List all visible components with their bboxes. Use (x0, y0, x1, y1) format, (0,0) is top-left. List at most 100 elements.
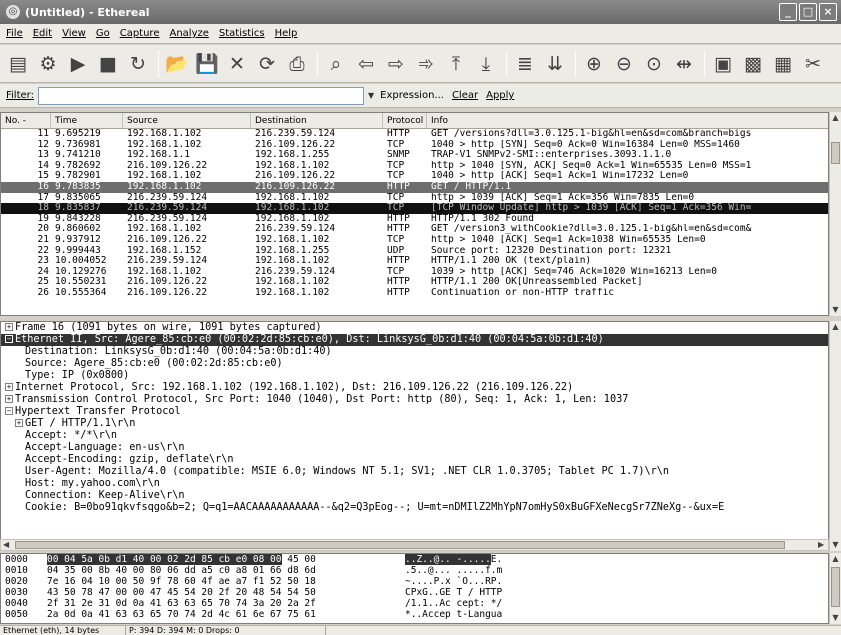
packet-list-scrollbar[interactable]: ▲ ▼ (829, 112, 841, 316)
packet-row[interactable]: 14 9.782692 216.109.126.22 192.168.1.102 TCP… (1, 161, 828, 172)
tree-item[interactable]: − Ethernet II, Src: Agere_85:cb:e0 (00:02… (1, 334, 828, 346)
filter-input[interactable] (37, 86, 364, 105)
expand-icon[interactable]: + (5, 395, 13, 403)
scroll-up-icon[interactable]: ▲ (830, 553, 841, 565)
menu-help[interactable]: Help (275, 28, 298, 39)
hex-bytes[interactable]: 7e 16 04 10 00 50 9f 78 60 4f ae a7 f1 5… (39, 576, 397, 587)
tree-item[interactable]: User-Agent: Mozilla/4.0 (compatible: MSI… (1, 466, 828, 478)
list-interfaces-icon[interactable]: ▤ (6, 52, 30, 76)
menu-view[interactable]: View (62, 28, 86, 39)
tree-item[interactable]: Cookie: B=0bo91qkvfsqgo&b=2; Q=q1=AACAAA… (1, 502, 828, 514)
menu-edit[interactable]: Edit (33, 28, 52, 39)
scroll-up-icon[interactable]: ▲ (830, 112, 841, 124)
column-header-protocol[interactable]: Protocol (383, 113, 427, 128)
tree-item[interactable]: Accept: */*\r\n (1, 430, 828, 442)
filter-dropdown-icon[interactable]: ▼ (368, 91, 374, 100)
packet-list[interactable]: No. - Time Source Destination Protocol I… (0, 112, 829, 316)
clear-button[interactable]: Clear (452, 90, 478, 101)
tree-item[interactable]: Type: IP (0x0800) (1, 370, 828, 382)
hex-bytes[interactable]: 43 50 78 47 00 00 47 45 54 20 2f 20 48 5… (39, 587, 397, 598)
coloring-rules-icon[interactable]: ▦ (771, 52, 795, 76)
scroll-left-icon[interactable]: ◀ (3, 540, 9, 550)
menu-statistics[interactable]: Statistics (219, 28, 265, 39)
zoom-out-icon[interactable]: ⊖ (612, 52, 636, 76)
close-button[interactable]: × (819, 3, 837, 21)
scroll-down-icon[interactable]: ▼ (830, 304, 841, 316)
apply-button[interactable]: Apply (486, 90, 514, 101)
expand-icon[interactable]: + (15, 419, 23, 427)
tree-item[interactable]: Destination: LinksysG_0b:d1:40 (00:04:5a… (1, 346, 828, 358)
hscroll-thumb[interactable] (15, 541, 785, 549)
start-capture-icon[interactable]: ▶ (66, 52, 90, 76)
packet-details-tree[interactable]: + Frame 16 (1091 bytes on wire, 1091 byte… (0, 321, 829, 540)
hex-bytes[interactable]: 2a 0d 0a 41 63 63 65 70 74 2d 4c 61 6e 6… (39, 609, 397, 620)
column-header-source[interactable]: Source (123, 113, 251, 128)
tree-item[interactable]: Accept-Language: en-us\r\n (1, 442, 828, 454)
menu-analyze[interactable]: Analyze (169, 28, 208, 39)
print-icon[interactable]: ⎙ (285, 52, 309, 76)
ascii-bytes[interactable]: /1.1..Ac cept: */ (397, 598, 537, 609)
packet-row[interactable]: 22 9.999443 192.168.1.152 192.168.1.255 UDP S… (1, 246, 828, 257)
restart-capture-icon[interactable]: ↻ (126, 52, 150, 76)
collapse-icon[interactable]: − (5, 407, 13, 415)
ascii-bytes[interactable]: .5..@... .....f.m (397, 565, 537, 576)
close-file-icon[interactable]: ✕ (225, 52, 249, 76)
packet-row[interactable]: 18 9.835837 216.239.59.124 192.168.1.102 TCP… (1, 203, 828, 214)
tree-item[interactable]: Accept-Encoding: gzip, deflate\r\n (1, 454, 828, 466)
packet-row[interactable]: 19 9.843228 216.239.59.124 192.168.1.102 HTT… (1, 214, 828, 225)
packet-row[interactable]: 12 9.736981 192.168.1.102 216.109.126.22 TCP… (1, 140, 828, 151)
packet-row[interactable]: 11 9.695219 192.168.1.102 216.239.59.124 HTT… (1, 129, 828, 140)
packet-row[interactable]: 17 9.835065 216.239.59.124 192.168.1.102 TCP… (1, 193, 828, 204)
ascii-bytes[interactable]: ..Z..@.. -.....E. (397, 554, 537, 565)
resize-columns-icon[interactable]: ⇹ (672, 52, 696, 76)
packet-row[interactable]: 26 10.555364 216.109.126.22 192.168.1.102 HT… (1, 288, 828, 299)
tree-item[interactable]: Connection: Keep-Alive\r\n (1, 490, 828, 502)
tree-item[interactable]: Host: my.yahoo.com\r\n (1, 478, 828, 490)
tree-item[interactable]: + Transmission Control Protocol, Src Port… (1, 394, 828, 406)
hex-bytes[interactable]: 2f 31 2e 31 0d 0a 41 63 63 65 70 74 3a 2… (39, 598, 397, 609)
expand-icon[interactable]: + (5, 323, 13, 331)
details-horizontal-scrollbar[interactable]: ◀ ▶ (0, 539, 829, 551)
tree-item[interactable]: + Internet Protocol, Src: 192.168.1.102 (… (1, 382, 828, 394)
scroll-down-icon[interactable]: ▼ (830, 539, 841, 551)
maximize-button[interactable]: □ (799, 3, 817, 21)
find-packet-icon[interactable]: ⌕ (324, 52, 348, 76)
scroll-thumb[interactable] (831, 142, 840, 164)
packet-row[interactable]: 20 9.860602 192.168.1.102 216.239.59.124 HTT… (1, 224, 828, 235)
packet-row[interactable]: 21 9.937912 216.109.126.22 192.168.1.102 TCP… (1, 235, 828, 246)
go-last-icon[interactable]: ⤓ (474, 52, 498, 76)
display-filters-icon[interactable]: ▩ (741, 52, 765, 76)
collapse-icon[interactable]: − (5, 335, 13, 343)
menu-file[interactable]: File (6, 28, 23, 39)
colorize-icon[interactable]: ≣ (513, 52, 537, 76)
packet-row[interactable]: 24 10.129276 192.168.1.102 216.239.59.124 TC… (1, 267, 828, 278)
expression-button[interactable]: Expression... (380, 90, 444, 101)
scroll-down-icon[interactable]: ▼ (830, 612, 841, 624)
packet-row[interactable]: 15 9.782901 192.168.1.102 216.109.126.22 TCP… (1, 171, 828, 182)
reload-icon[interactable]: ⟳ (255, 52, 279, 76)
packet-row[interactable]: 13 9.741210 192.168.1.1 192.168.1.255 SNMP TR… (1, 150, 828, 161)
scroll-up-icon[interactable]: ▲ (830, 321, 841, 333)
go-to-packet-icon[interactable]: ➾ (414, 52, 438, 76)
ascii-bytes[interactable]: *..Accep t-Langua (397, 609, 537, 620)
auto-scroll-icon[interactable]: ⇊ (543, 52, 567, 76)
column-header-destination[interactable]: Destination (251, 113, 383, 128)
tree-item[interactable]: Source: Agere_85:cb:e0 (00:02:2d:85:cb:e… (1, 358, 828, 370)
packet-row[interactable]: 25 10.550231 216.109.126.22 192.168.1.102 HT… (1, 277, 828, 288)
go-forward-icon[interactable]: ⇨ (384, 52, 408, 76)
zoom-in-icon[interactable]: ⊕ (582, 52, 606, 76)
hex-bytes[interactable]: 00 04 5a 0b d1 40 00 02 2d 85 cb e0 08 0… (39, 554, 397, 565)
packet-bytes-pane[interactable]: 0000 00 04 5a 0b d1 40 00 02 2d 85 cb e0 … (0, 553, 829, 624)
tree-item[interactable]: + GET / HTTP/1.1\r\n (1, 418, 828, 430)
tree-item[interactable]: − Hypertext Transfer Protocol (1, 406, 828, 418)
tree-item[interactable]: + Frame 16 (1091 bytes on wire, 1091 byte… (1, 322, 828, 334)
bytes-scrollbar[interactable]: ▲ ▼ (829, 553, 841, 624)
ascii-bytes[interactable]: CPxG..GE T / HTTP (397, 587, 537, 598)
preferences-icon[interactable]: ✂ (801, 52, 825, 76)
packet-row[interactable]: 23 10.004052 216.239.59.124 192.168.1.102 HT… (1, 256, 828, 267)
ascii-bytes[interactable]: ~....P.x `O...RP. (397, 576, 537, 587)
minimize-button[interactable]: _ (779, 3, 797, 21)
expand-icon[interactable]: + (5, 383, 13, 391)
zoom-normal-icon[interactable]: ⊙ (642, 52, 666, 76)
open-file-icon[interactable]: 📂 (165, 52, 189, 76)
